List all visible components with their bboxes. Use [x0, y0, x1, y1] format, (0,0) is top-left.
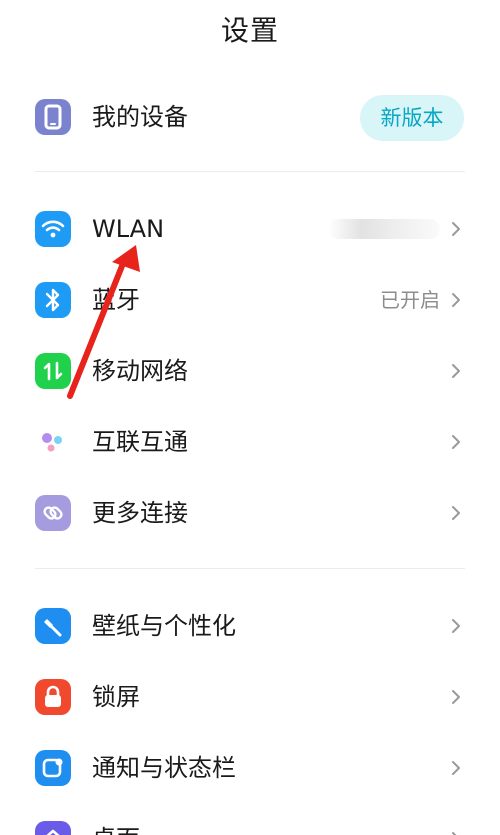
settings-item-mobile-network[interactable]: 移动网络: [0, 339, 500, 403]
home-icon: [35, 821, 71, 835]
settings-item-bluetooth[interactable]: 蓝牙 已开启: [0, 268, 500, 332]
wifi-network-name-blurred: [328, 219, 440, 239]
notifications-label: 通知与状态栏: [92, 754, 236, 782]
notification-icon: [35, 750, 71, 786]
interconnect-icon: [35, 424, 71, 460]
bluetooth-status: 已开启: [380, 288, 440, 312]
chevron-right-icon: [452, 293, 460, 307]
link-icon: [35, 495, 71, 531]
chevron-right-icon: [452, 761, 460, 775]
chevron-right-icon: [452, 832, 457, 835]
new-version-badge[interactable]: 新版本: [360, 95, 464, 141]
settings-item-wallpaper[interactable]: 壁纸与个性化: [0, 594, 500, 658]
wlan-label: WLAN: [92, 215, 165, 243]
home-screen-label: 桌面: [92, 807, 140, 835]
personalize-icon: [35, 608, 71, 644]
settings-item-wlan[interactable]: WLAN: [0, 197, 500, 261]
bluetooth-label: 蓝牙: [92, 286, 140, 314]
settings-item-home-screen[interactable]: 桌面: [0, 807, 500, 835]
chevron-right-icon: [452, 222, 460, 236]
divider: [35, 568, 465, 569]
wifi-icon: [35, 211, 71, 247]
settings-item-notifications[interactable]: 通知与状态栏: [0, 736, 500, 800]
interconnect-label: 互联互通: [92, 428, 188, 456]
phone-icon: [35, 99, 71, 135]
settings-item-lock-screen[interactable]: 锁屏: [0, 665, 500, 729]
chevron-right-icon: [452, 364, 460, 378]
my-device-label: 我的设备: [92, 103, 188, 131]
settings-item-interconnect[interactable]: 互联互通: [0, 410, 500, 474]
settings-page: 设置 我的设备 新版本 WLAN 蓝牙 已开启 移动网络 互联互通 更多连接 壁…: [0, 0, 500, 835]
wallpaper-label: 壁纸与个性化: [92, 612, 236, 640]
chevron-right-icon: [452, 506, 460, 520]
more-connections-label: 更多连接: [92, 499, 188, 527]
mobile-network-icon: [35, 353, 71, 389]
chevron-right-icon: [452, 690, 460, 704]
mobile-network-label: 移动网络: [92, 357, 188, 385]
chevron-right-icon: [452, 435, 460, 449]
bluetooth-icon: [35, 282, 71, 318]
my-device-row[interactable]: 我的设备 新版本: [0, 85, 500, 149]
lock-icon: [35, 679, 71, 715]
page-title: 设置: [220, 14, 279, 47]
settings-item-more-connections[interactable]: 更多连接: [0, 481, 500, 545]
divider: [35, 171, 465, 172]
lock-screen-label: 锁屏: [92, 683, 140, 711]
chevron-right-icon: [452, 619, 460, 633]
